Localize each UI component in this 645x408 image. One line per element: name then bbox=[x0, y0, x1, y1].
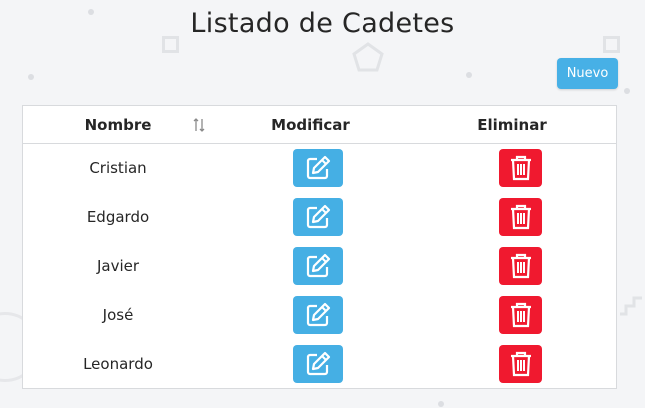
cadete-name: Leonardo bbox=[83, 355, 153, 373]
edit-pencil-icon bbox=[306, 204, 331, 229]
table-row: Javier bbox=[23, 242, 616, 291]
edit-button[interactable] bbox=[293, 149, 343, 187]
background-dot bbox=[438, 401, 444, 407]
background-dot bbox=[624, 88, 630, 94]
delete-button[interactable] bbox=[499, 296, 542, 334]
page: Listado de Cadetes Nuevo Nombre Modifica… bbox=[0, 0, 645, 408]
edit-button[interactable] bbox=[293, 345, 343, 383]
column-header-modificar: Modificar bbox=[271, 116, 350, 134]
sort-arrows-icon[interactable] bbox=[193, 117, 205, 133]
cadete-name: Cristian bbox=[89, 159, 147, 177]
delete-button[interactable] bbox=[499, 149, 542, 187]
trash-icon bbox=[510, 155, 531, 181]
background-dot bbox=[466, 72, 472, 78]
trash-icon bbox=[510, 253, 531, 279]
cadete-name: Edgardo bbox=[86, 208, 150, 226]
cadete-name: Javier bbox=[96, 257, 140, 275]
table-row: Edgardo bbox=[23, 193, 616, 242]
background-pentagon bbox=[352, 42, 384, 72]
column-header-eliminar: Eliminar bbox=[477, 116, 547, 134]
trash-icon bbox=[510, 351, 531, 377]
table-header: Nombre Modificar Eliminar bbox=[23, 106, 616, 144]
background-dot bbox=[28, 74, 34, 80]
trash-icon bbox=[510, 302, 531, 328]
delete-button[interactable] bbox=[499, 198, 542, 236]
edit-pencil-icon bbox=[306, 351, 331, 376]
edit-pencil-icon bbox=[306, 302, 331, 327]
table-row: Leonardo bbox=[23, 340, 616, 389]
table-row: José bbox=[23, 291, 616, 340]
cadetes-table: Nombre Modificar Eliminar Cristian Edgar… bbox=[22, 105, 617, 389]
edit-button[interactable] bbox=[293, 198, 343, 236]
edit-pencil-icon bbox=[306, 253, 331, 278]
edit-button[interactable] bbox=[293, 247, 343, 285]
edit-button[interactable] bbox=[293, 296, 343, 334]
table-row: Cristian bbox=[23, 144, 616, 193]
delete-button[interactable] bbox=[499, 345, 542, 383]
page-title: Listado de Cadetes bbox=[190, 8, 455, 39]
trash-icon bbox=[510, 204, 531, 230]
delete-button[interactable] bbox=[499, 247, 542, 285]
cadete-name: José bbox=[102, 306, 134, 324]
column-header-nombre[interactable]: Nombre bbox=[23, 106, 213, 144]
background-zigzag bbox=[620, 296, 642, 316]
column-header-label: Nombre bbox=[84, 116, 152, 134]
edit-pencil-icon bbox=[306, 155, 331, 180]
new-button[interactable]: Nuevo bbox=[557, 58, 618, 89]
